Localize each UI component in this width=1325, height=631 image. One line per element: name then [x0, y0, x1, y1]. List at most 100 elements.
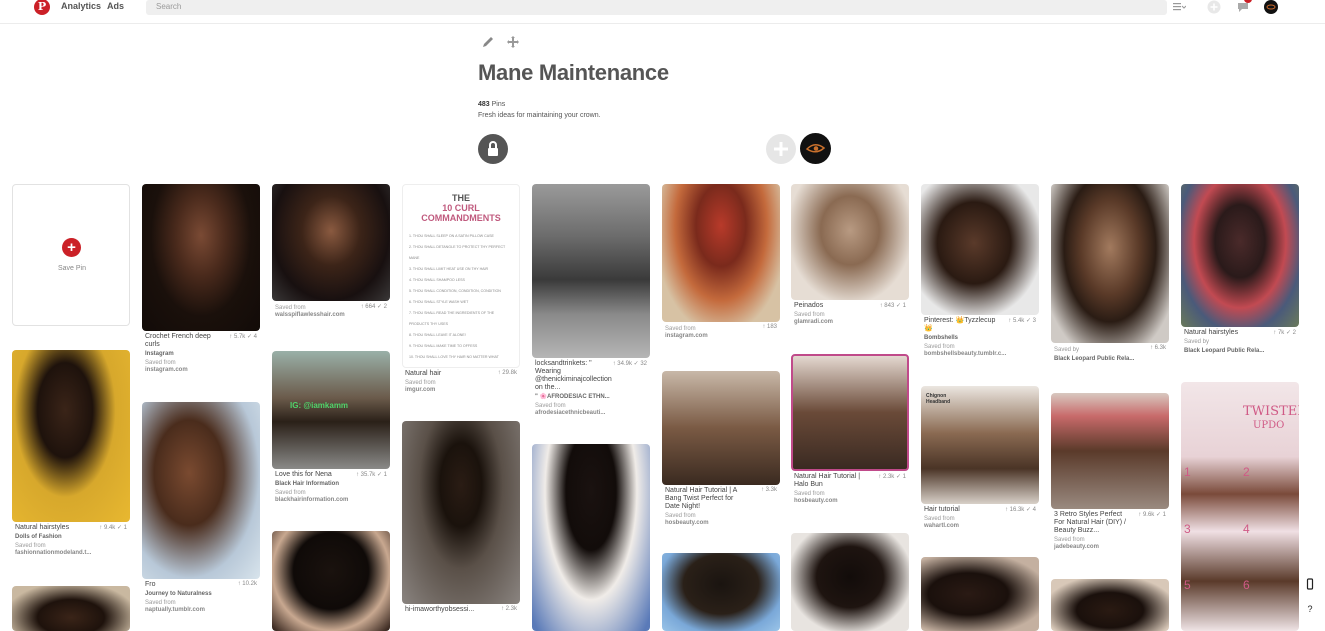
pin-card[interactable]: Chignon Headband Hair tutorial ↑ 16.3k ✓…	[921, 386, 1039, 530]
pin-image[interactable]	[662, 553, 780, 631]
search-input[interactable]: Search	[146, 0, 1167, 15]
pin-source-link[interactable]: bombshellsbeauty.tumblr.c...	[924, 351, 1036, 358]
pin-card[interactable]	[791, 533, 909, 631]
save-pin-card[interactable]: + Save Pin	[12, 184, 130, 326]
edit-pencil-icon[interactable]	[481, 35, 495, 49]
move-arrows-icon[interactable]	[506, 35, 520, 49]
pin-source-link[interactable]: hosbeauty.com	[794, 498, 906, 505]
board-owner-avatar[interactable]	[800, 133, 831, 164]
pin-card[interactable]	[921, 557, 1039, 631]
pin-title[interactable]: Peinados	[794, 302, 866, 310]
pin-image[interactable]	[272, 184, 390, 301]
pin-title[interactable]: Natural Hair Tutorial | A Bang Twist Per…	[665, 487, 737, 511]
pin-title[interactable]: Fro	[145, 581, 217, 589]
pin-card[interactable]: TWISTED UPDO 1 2 3 4 5 6	[1181, 382, 1299, 631]
pin-image[interactable]	[12, 350, 130, 522]
pin-image[interactable]	[791, 184, 909, 300]
pin-card[interactable]: Peinados ↑ 843 ✓ 1 Saved from glamradi.c…	[791, 184, 909, 326]
pin-image[interactable]	[791, 533, 909, 631]
pin-title[interactable]: Natural hairstyles	[1184, 329, 1256, 337]
pin-source-link[interactable]: wahartl.com	[924, 523, 1036, 530]
pin-title[interactable]: hi-imaworthyobsessi...	[405, 606, 477, 614]
nav-ads[interactable]: Ads	[107, 1, 124, 11]
pin-image[interactable]	[662, 184, 780, 322]
pin-source-link[interactable]: instagram.com	[665, 333, 777, 340]
pin-board-name[interactable]: Journey to Naturalness	[145, 591, 257, 598]
profile-avatar-icon[interactable]	[1264, 0, 1278, 14]
pin-card[interactable]	[1051, 579, 1169, 631]
pin-title[interactable]: Natural Hair Tutorial | Halo Bun	[794, 473, 866, 489]
pin-source-link[interactable]: afrodesiacethnicbeauti...	[535, 410, 647, 417]
pin-image[interactable]: IG: @iamkamm	[272, 351, 390, 469]
pin-card[interactable]: ↑ 664 ✓ 2 Saved from walsspiflawlesshair…	[272, 184, 390, 319]
pin-image[interactable]	[532, 184, 650, 358]
pin-card[interactable]: Natural hairstyles ↑ 9.4k ✓ 1 Dolls of F…	[12, 350, 130, 557]
pin-card[interactable]	[272, 531, 390, 631]
pin-image[interactable]	[272, 531, 390, 631]
pin-image[interactable]	[921, 184, 1039, 315]
pin-source-link[interactable]: blackhairinformation.com	[275, 497, 387, 504]
pin-image[interactable]	[662, 371, 780, 485]
pin-card[interactable]: ↑ 183 Saved from instagram.com	[662, 184, 780, 340]
pin-card[interactable]: Crochet French deep curls ↑ 5.7k ✓ 4 Ins…	[142, 184, 260, 374]
pin-source-link[interactable]: imgur.com	[405, 387, 517, 394]
pin-card[interactable]	[532, 444, 650, 631]
pin-image[interactable]: Chignon Headband	[921, 386, 1039, 504]
pin-source-link[interactable]: walsspiflawlesshair.com	[275, 312, 387, 319]
pin-image[interactable]	[402, 421, 520, 604]
help-icon[interactable]: ?	[1304, 603, 1316, 615]
add-pin-icon[interactable]: +	[62, 238, 81, 257]
pin-card[interactable]: Fro ↑ 10.2k Journey to Naturalness Saved…	[142, 402, 260, 614]
pin-image[interactable]	[142, 402, 260, 579]
pin-image[interactable]	[142, 184, 260, 331]
pin-board-name[interactable]: Bombshells	[924, 335, 1036, 342]
pin-card[interactable]: hi-imaworthyobsessi... ↑ 2.3k	[402, 421, 520, 614]
pin-image[interactable]: THE 10 CURL COMMANDMENTS 1. THOU SHALL S…	[402, 184, 520, 368]
pin-board-name[interactable]: Black Hair Information	[275, 481, 387, 488]
pin-image[interactable]	[921, 557, 1039, 631]
pin-image[interactable]	[791, 354, 909, 471]
secret-board-lock-button[interactable]	[478, 134, 508, 164]
pin-title[interactable]: locksandtrinkets: " Wearing @thenickimin…	[535, 360, 612, 392]
pin-source-link[interactable]: jadebeauty.com	[1054, 544, 1166, 551]
pin-title[interactable]: Love this for Nena	[275, 471, 347, 479]
pin-title[interactable]: Pinterest: 👑Tyzzlecup👑	[924, 317, 996, 333]
pin-image[interactable]	[532, 444, 650, 631]
pin-source-link[interactable]: instagram.com	[145, 367, 257, 374]
pin-title[interactable]: Crochet French deep curls	[145, 333, 217, 349]
pin-title[interactable]: Hair tutorial	[924, 506, 996, 514]
pin-card[interactable]: Natural hairstyles ↑ 7k ✓ 2 Saved by Bla…	[1181, 184, 1299, 355]
pin-image[interactable]	[1181, 184, 1299, 327]
pin-card[interactable]: Pinterest: 👑Tyzzlecup👑 ↑ 5.4k ✓ 3 Bombsh…	[921, 184, 1039, 358]
pin-source-link[interactable]: naptually.tumblr.com	[145, 607, 257, 614]
pin-source-link[interactable]: fashionnationmodeland.t...	[15, 550, 127, 557]
mobile-app-icon[interactable]	[1304, 578, 1316, 590]
view-list-icon[interactable]	[1172, 0, 1186, 14]
add-icon[interactable]	[1207, 0, 1221, 14]
pin-title[interactable]: Natural hair	[405, 370, 477, 378]
pin-card[interactable]: THE 10 CURL COMMANDMENTS 1. THOU SHALL S…	[402, 184, 520, 394]
pin-image[interactable]	[1051, 184, 1169, 343]
pin-image[interactable]	[1051, 579, 1169, 631]
pin-board-name[interactable]: Black Leopard Public Rela...	[1054, 356, 1166, 363]
pinterest-logo-icon[interactable]: P	[34, 0, 50, 15]
pin-board-name[interactable]: Black Leopard Public Rela...	[1184, 348, 1296, 355]
pin-board-name[interactable]: Instagram	[145, 351, 257, 358]
pin-card[interactable]: Natural Hair Tutorial | A Bang Twist Per…	[662, 371, 780, 527]
pin-card[interactable]: locksandtrinkets: " Wearing @thenickimin…	[532, 184, 650, 417]
pin-source-link[interactable]: hosbeauty.com	[665, 520, 777, 527]
pin-title[interactable]: 3 Retro Styles Perfect For Natural Hair …	[1054, 511, 1126, 535]
pin-card[interactable]: 3 Retro Styles Perfect For Natural Hair …	[1051, 393, 1169, 551]
nav-analytics[interactable]: Analytics	[61, 1, 101, 11]
pin-title[interactable]: Natural hairstyles	[15, 524, 87, 532]
pin-card[interactable]: ↑ 6.3k Saved by Black Leopard Public Rel…	[1051, 184, 1169, 363]
pin-board-name[interactable]: Dolls of Fashion	[15, 534, 127, 541]
pin-card[interactable]: IG: @iamkamm Love this for Nena ↑ 35.7k …	[272, 351, 390, 504]
pin-card[interactable]	[662, 553, 780, 631]
add-collaborator-button[interactable]	[766, 134, 796, 164]
pin-board-name[interactable]: " 🌸AFRODESIAC ETHN...	[535, 394, 647, 401]
pin-image[interactable]: TWISTED UPDO 1 2 3 4 5 6	[1181, 382, 1299, 631]
pin-source-link[interactable]: glamradi.com	[794, 319, 906, 326]
pin-card[interactable]: Natural Hair Tutorial | Halo Bun ↑ 2.3k …	[791, 354, 909, 505]
pin-image[interactable]	[1051, 393, 1169, 509]
